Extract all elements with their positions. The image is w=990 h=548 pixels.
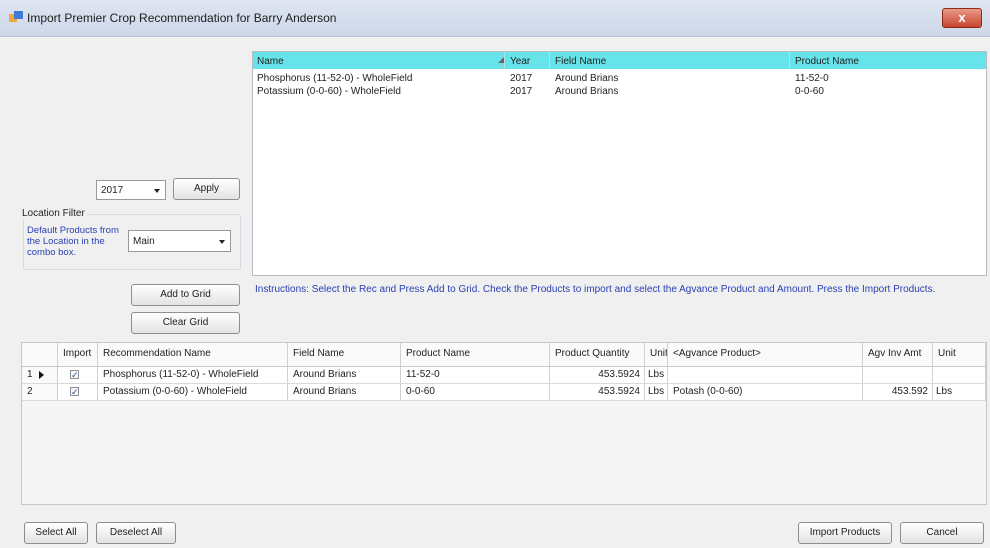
cell-agvance-product[interactable]: Potash (0-0-60) bbox=[668, 384, 863, 400]
clear-grid-button[interactable]: Clear Grid bbox=[131, 312, 240, 334]
cell-product-quantity[interactable]: 453.5924 bbox=[550, 367, 645, 383]
cell-agvance-product[interactable] bbox=[668, 367, 863, 383]
col-header-product-name[interactable]: Product Name bbox=[795, 56, 859, 67]
table-row[interactable]: 2 Potassium (0-0-60) - WholeField Around… bbox=[22, 384, 986, 401]
cell-field-name[interactable]: Around Brians bbox=[288, 384, 401, 400]
col-header-field-name[interactable]: Field Name bbox=[555, 56, 606, 67]
import-checkbox-cell[interactable] bbox=[58, 367, 98, 383]
deselect-all-button[interactable]: Deselect All bbox=[96, 522, 176, 544]
cell-agv-unit[interactable]: Lbs bbox=[933, 384, 986, 400]
grid-header: Import Recommendation Name Field Name Pr… bbox=[22, 343, 986, 367]
rec-field-name: Around Brians bbox=[555, 86, 619, 97]
list-item[interactable]: Phosphorus (11-52-0) - WholeField 2017 A… bbox=[253, 69, 986, 84]
chevron-down-icon bbox=[219, 240, 225, 244]
location-dropdown[interactable]: Main bbox=[128, 230, 231, 252]
cell-product-name[interactable]: 11-52-0 bbox=[401, 367, 550, 383]
row-number: 1 bbox=[27, 369, 33, 380]
recommendation-list[interactable]: Name ◢ Year Field Name Product Name Phos… bbox=[252, 51, 987, 276]
row-header-corner bbox=[22, 343, 58, 366]
apply-button[interactable]: Apply bbox=[173, 178, 240, 200]
title-bar: Import Premier Crop Recommendation for B… bbox=[0, 0, 990, 37]
cell-unit[interactable]: Lbs bbox=[645, 384, 668, 400]
column-divider bbox=[789, 52, 790, 69]
instructions-text: Instructions: Select the Rec and Press A… bbox=[255, 284, 936, 295]
checkbox-checked-icon[interactable] bbox=[70, 367, 79, 383]
col-header-field-name[interactable]: Field Name bbox=[288, 343, 401, 366]
cancel-button[interactable]: Cancel bbox=[900, 522, 984, 544]
cell-recommendation-name[interactable]: Potassium (0-0-60) - WholeField bbox=[98, 384, 288, 400]
app-icon bbox=[9, 11, 23, 22]
column-divider bbox=[504, 52, 505, 69]
import-dialog: Import Premier Crop Recommendation for B… bbox=[0, 0, 990, 548]
rec-product-name: 0-0-60 bbox=[795, 86, 824, 97]
location-dropdown-value: Main bbox=[133, 236, 155, 247]
row-number: 2 bbox=[27, 386, 33, 397]
window-title: Import Premier Crop Recommendation for B… bbox=[27, 11, 337, 25]
import-products-button[interactable]: Import Products bbox=[798, 522, 892, 544]
col-header-name[interactable]: Name bbox=[257, 56, 284, 67]
col-header-agv-inv-amt[interactable]: Agv Inv Amt bbox=[863, 343, 933, 366]
cell-unit[interactable]: Lbs bbox=[645, 367, 668, 383]
row-header[interactable]: 1 bbox=[22, 367, 58, 383]
col-header-agv-unit[interactable]: Unit bbox=[933, 343, 986, 366]
col-header-product-quantity[interactable]: Product Quantity bbox=[550, 343, 645, 366]
table-row[interactable]: 1 Phosphorus (11-52-0) - WholeField Arou… bbox=[22, 367, 986, 384]
cell-field-name[interactable]: Around Brians bbox=[288, 367, 401, 383]
checkbox-checked-icon[interactable] bbox=[70, 384, 79, 400]
row-header[interactable]: 2 bbox=[22, 384, 58, 400]
add-to-grid-button[interactable]: Add to Grid bbox=[131, 284, 240, 306]
recommendation-list-header: Name ◢ Year Field Name Product Name bbox=[253, 52, 986, 69]
col-header-recommendation-name[interactable]: Recommendation Name bbox=[98, 343, 288, 366]
col-header-unit[interactable]: Unit bbox=[645, 343, 668, 366]
cell-agv-inv-amt[interactable] bbox=[863, 367, 933, 383]
column-divider bbox=[549, 52, 550, 69]
cell-agv-inv-amt[interactable]: 453.592 bbox=[863, 384, 933, 400]
import-grid[interactable]: Import Recommendation Name Field Name Pr… bbox=[21, 342, 987, 505]
cell-recommendation-name[interactable]: Phosphorus (11-52-0) - WholeField bbox=[98, 367, 288, 383]
cell-product-quantity[interactable]: 453.5924 bbox=[550, 384, 645, 400]
row-pointer-icon bbox=[39, 371, 44, 379]
col-header-year[interactable]: Year bbox=[510, 56, 530, 67]
chevron-down-icon bbox=[154, 189, 160, 193]
rec-name: Potassium (0-0-60) - WholeField bbox=[257, 86, 401, 97]
location-filter-description: Default Products from the Location in th… bbox=[27, 225, 119, 258]
col-header-agvance-product[interactable]: <Agvance Product> bbox=[668, 343, 863, 366]
close-button[interactable]: x bbox=[942, 8, 982, 28]
cell-product-name[interactable]: 0-0-60 bbox=[401, 384, 550, 400]
location-filter-legend: Location Filter bbox=[20, 208, 87, 219]
year-dropdown[interactable]: 2017 bbox=[96, 180, 166, 200]
cell-agv-unit[interactable] bbox=[933, 367, 986, 383]
list-item[interactable]: Potassium (0-0-60) - WholeField 2017 Aro… bbox=[253, 82, 986, 97]
col-header-import[interactable]: Import bbox=[58, 343, 98, 366]
import-checkbox-cell[interactable] bbox=[58, 384, 98, 400]
year-dropdown-value: 2017 bbox=[101, 185, 124, 196]
select-all-button[interactable]: Select All bbox=[24, 522, 88, 544]
col-header-product-name[interactable]: Product Name bbox=[401, 343, 550, 366]
rec-year: 2017 bbox=[510, 86, 533, 97]
